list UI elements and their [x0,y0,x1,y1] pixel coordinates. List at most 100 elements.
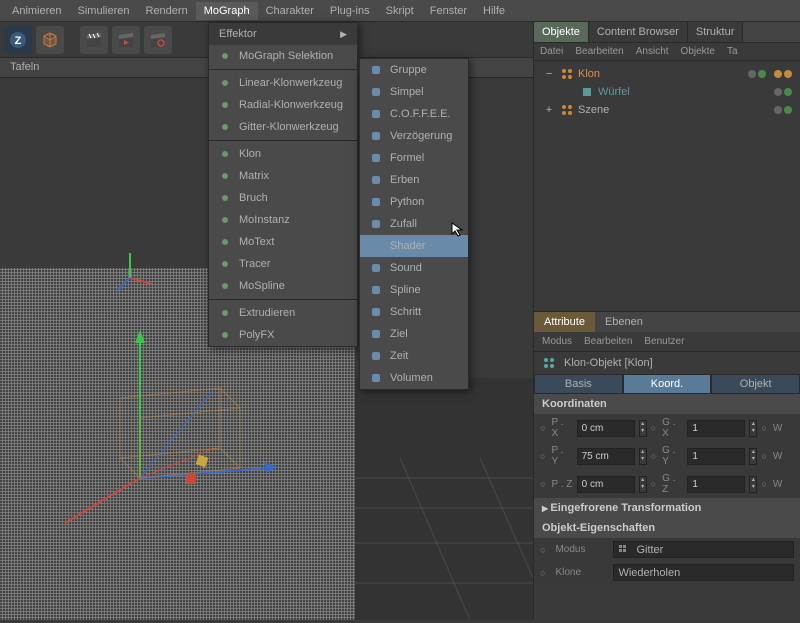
menu-item-moinstanz[interactable]: MoInstanz [209,209,357,231]
menubar-item-hilfe[interactable]: Hilfe [475,2,513,20]
submenu-item-shader[interactable]: Shader [360,235,468,257]
p-z-input[interactable] [577,476,635,493]
toolbar-datei[interactable]: Datei [540,46,563,57]
menu-item-motext[interactable]: MoText [209,231,357,253]
submenu-item-sound[interactable]: Sound [360,257,468,279]
submenu-item-formel[interactable]: Formel [360,147,468,169]
submenu-item-volumen[interactable]: Volumen [360,367,468,389]
subtab-objekt[interactable]: Objekt [711,374,800,394]
object-icon [580,85,594,99]
menubar-item-plug-ins[interactable]: Plug-ins [322,2,378,20]
tree-row-klon[interactable]: −Klon [538,65,796,83]
submenu-item-spline[interactable]: Spline [360,279,468,301]
menu-icon [217,75,233,91]
menu-item-gitter-klonwerkzeug[interactable]: Gitter-Klonwerkzeug [209,116,357,138]
menubar-item-animieren[interactable]: Animieren [4,2,70,20]
attr-toolbar-benutzer[interactable]: Benutzer [644,336,684,347]
g-z-input[interactable] [687,476,745,493]
spinner[interactable]: ▴▾ [639,420,647,437]
tree-row-würfel[interactable]: Würfel [538,83,796,101]
p-y-input[interactable] [577,448,635,465]
cube-icon[interactable] [36,26,64,54]
attr-toolbar-bearbeiten[interactable]: Bearbeiten [584,336,632,347]
menubar-item-skript[interactable]: Skript [378,2,422,20]
z-logo-icon[interactable]: Z [4,26,32,54]
submenu-item-verzögerung[interactable]: Verzögerung [360,125,468,147]
spinner[interactable]: ▴▾ [749,420,757,437]
effector-icon [368,150,384,166]
effektor-header[interactable]: Effektor ▶ [209,23,357,45]
g-x-input[interactable] [687,420,745,437]
expand-icon[interactable] [562,85,576,99]
tree-row-szene[interactable]: +Szene [538,101,796,119]
submenu-item-schritt[interactable]: Schritt [360,301,468,323]
p-x-input[interactable] [577,420,635,437]
spinner[interactable]: ▴▾ [749,448,757,465]
clapper-gear-icon[interactable] [144,26,172,54]
panel-tab-objekte[interactable]: Objekte [534,22,589,42]
toolbar-objekte[interactable]: Objekte [681,46,715,57]
menu-item-mograph-selektion[interactable]: MoGraph Selektion [209,45,357,67]
toolbar-ta[interactable]: Ta [727,46,738,57]
menu-item-radial-klonwerkzeug[interactable]: Radial-Klonwerkzeug [209,94,357,116]
subtab-basis[interactable]: Basis [534,374,623,394]
expand-icon[interactable]: − [542,67,556,81]
expand-icon[interactable]: + [542,103,556,117]
modus-label: Modus [555,544,605,555]
menubar-item-fenster[interactable]: Fenster [422,2,475,20]
spinner[interactable]: ▴▾ [639,476,647,493]
submenu-item-ziel[interactable]: Ziel [360,323,468,345]
toolbar-bearbeiten[interactable]: Bearbeiten [575,46,623,57]
submenu-item-simpel[interactable]: Simpel [360,81,468,103]
menubar: AnimierenSimulierenRendernMoGraphCharakt… [0,0,800,22]
p-z-label: P . Z [551,479,572,490]
panel-tab-content-browser[interactable]: Content Browser [589,22,688,42]
grid-icon [618,544,630,556]
modus-select[interactable]: Gitter [613,541,794,558]
frozen-transform-header[interactable]: Eingefrorene Transformation [534,498,800,518]
menu-item-bruch[interactable]: Bruch [209,187,357,209]
spinner[interactable]: ▴▾ [749,476,757,493]
submenu-item-coffee[interactable]: C.O.F.F.E.E. [360,103,468,125]
attr-toolbar-modus[interactable]: Modus [542,336,572,347]
klon-object-icon [542,356,556,370]
menu-item-linear-klonwerkzeug[interactable]: Linear-Klonwerkzeug [209,72,357,94]
clapper-icon[interactable] [80,26,108,54]
menu-item-klon[interactable]: Klon [209,143,357,165]
menu-item-polyfx[interactable]: PolyFX [209,324,357,346]
menubar-item-charakter[interactable]: Charakter [258,2,322,20]
submenu-item-zufall[interactable]: Zufall [360,213,468,235]
submenu-item-gruppe[interactable]: Gruppe [360,59,468,81]
attr-tab-attribute[interactable]: Attribute [534,312,595,332]
effector-icon [368,260,384,276]
effektor-submenu: GruppeSimpelC.O.F.F.E.E.VerzögerungForme… [359,58,469,390]
g-z-label: G . Z [662,473,683,495]
menubar-item-rendern[interactable]: Rendern [138,2,196,20]
g-y-label: G . Y [662,445,683,467]
klone-select[interactable]: Wiederholen [613,564,794,581]
submenu-arrow-icon: ▶ [340,29,347,40]
submenu-item-erben[interactable]: Erben [360,169,468,191]
panel-tab-struktur[interactable]: Struktur [688,22,744,42]
menu-icon [217,327,233,343]
submenu-item-zeit[interactable]: Zeit [360,345,468,367]
menu-icon [217,305,233,321]
menu-item-tracer[interactable]: Tracer [209,253,357,275]
effector-icon [368,216,384,232]
object-icon [560,67,574,81]
menubar-item-mograph[interactable]: MoGraph [196,2,258,20]
clapper-play-icon[interactable] [112,26,140,54]
attr-tab-ebenen[interactable]: Ebenen [595,312,653,332]
object-tree[interactable]: −KlonWürfel+Szene [534,61,800,311]
toolbar-ansicht[interactable]: Ansicht [636,46,669,57]
mograph-menu: Effektor ▶ MoGraph Selektion Linear-Klonw… [208,22,358,347]
spinner[interactable]: ▴▾ [639,448,647,465]
menu-item-matrix[interactable]: Matrix [209,165,357,187]
g-y-input[interactable] [687,448,745,465]
menu-item-mospline[interactable]: MoSpline [209,275,357,297]
submenu-item-python[interactable]: Python [360,191,468,213]
effector-icon [368,348,384,364]
subtab-koord[interactable]: Koord. [623,374,712,394]
menubar-item-simulieren[interactable]: Simulieren [70,2,138,20]
menu-item-extrudieren[interactable]: Extrudieren [209,302,357,324]
